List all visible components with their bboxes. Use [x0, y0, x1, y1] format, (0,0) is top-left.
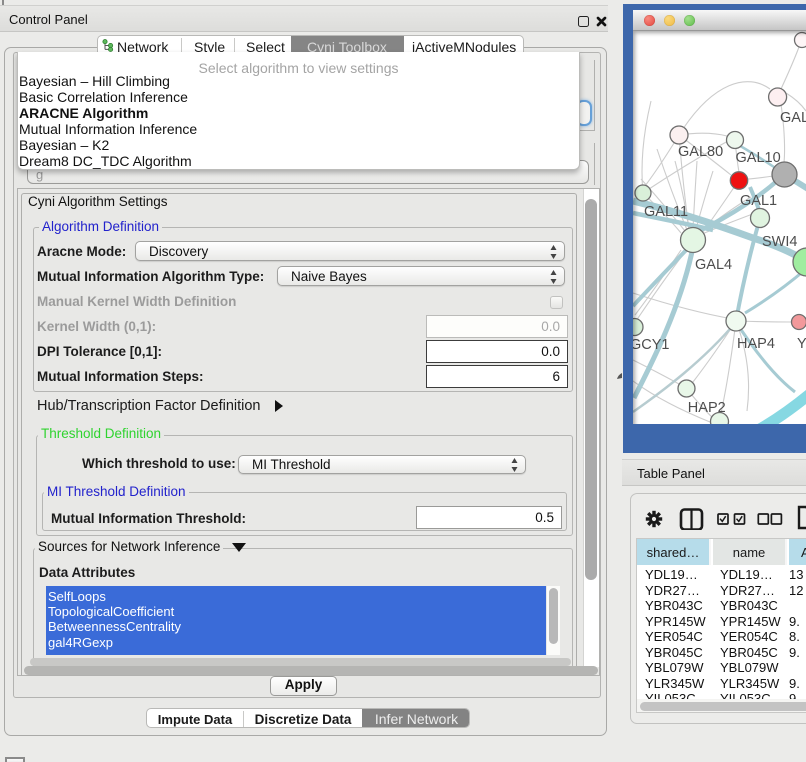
svg-text:GAL80: GAL80 — [678, 144, 723, 160]
svg-text:GAL2: GAL2 — [780, 110, 806, 126]
svg-text:GAL10: GAL10 — [736, 150, 781, 166]
svg-text:HAP4: HAP4 — [737, 336, 775, 352]
svg-text:YE: YE — [797, 336, 806, 352]
svg-text:GAL11: GAL11 — [644, 204, 688, 220]
svg-text:GCY1: GCY1 — [633, 337, 670, 353]
svg-text:GAL1: GAL1 — [740, 193, 777, 209]
svg-text:HAP2: HAP2 — [688, 400, 726, 416]
svg-text:GAL4: GAL4 — [695, 257, 732, 273]
svg-text:SWI4: SWI4 — [762, 234, 797, 250]
